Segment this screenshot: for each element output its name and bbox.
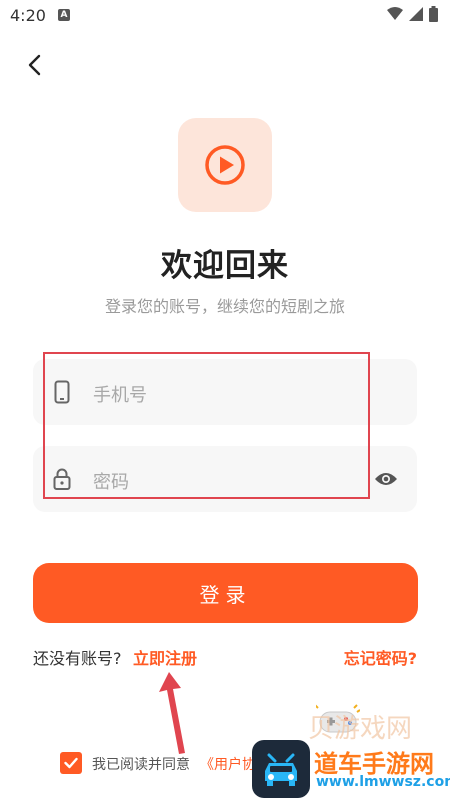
phone-placeholder: 手机号: [93, 385, 147, 406]
forgot-password-link[interactable]: 忘记密码?: [344, 645, 417, 669]
no-account-label: 还没有账号?: [33, 649, 122, 668]
agreement-text: 我已阅读并同意: [92, 757, 190, 773]
watermark: 贝游戏网 道车手游网 www.lmwwsz.com: [252, 698, 450, 800]
app-logo: [178, 118, 272, 212]
check-icon: [64, 757, 78, 769]
chevron-left-icon: [28, 54, 41, 76]
battery-icon: [429, 6, 438, 22]
eye-icon[interactable]: [373, 467, 399, 491]
phone-input[interactable]: 手机号: [33, 359, 417, 425]
agreement-checkbox[interactable]: [60, 752, 82, 774]
page-subtitle: 登录您的账号，继续您的短剧之旅: [104, 297, 345, 316]
watermark-faded-text: 贝游戏网: [308, 714, 413, 744]
annotation-arrow-icon: [159, 672, 185, 754]
status-icons: [387, 6, 438, 22]
phone-icon: [51, 380, 73, 404]
wifi-icon: [387, 7, 403, 20]
back-button[interactable]: [18, 48, 52, 82]
status-time: 4:20: [10, 6, 46, 25]
play-circle-icon: [205, 145, 245, 185]
watermark-url: www.lmwwsz.com: [316, 774, 450, 790]
page-title: 欢迎回来: [161, 248, 289, 284]
watermark-car-icon: [252, 740, 310, 798]
register-link[interactable]: 立即注册: [133, 645, 197, 669]
login-button[interactable]: 登录: [33, 563, 418, 623]
password-input[interactable]: 密码: [33, 446, 417, 512]
user-agreement-link[interactable]: 《用户协: [200, 754, 256, 774]
notification-badge: A: [58, 9, 70, 21]
status-bar: 4:20 A: [0, 0, 450, 34]
signal-icon: [409, 7, 423, 21]
lock-icon: [51, 467, 73, 491]
password-placeholder: 密码: [93, 472, 129, 493]
